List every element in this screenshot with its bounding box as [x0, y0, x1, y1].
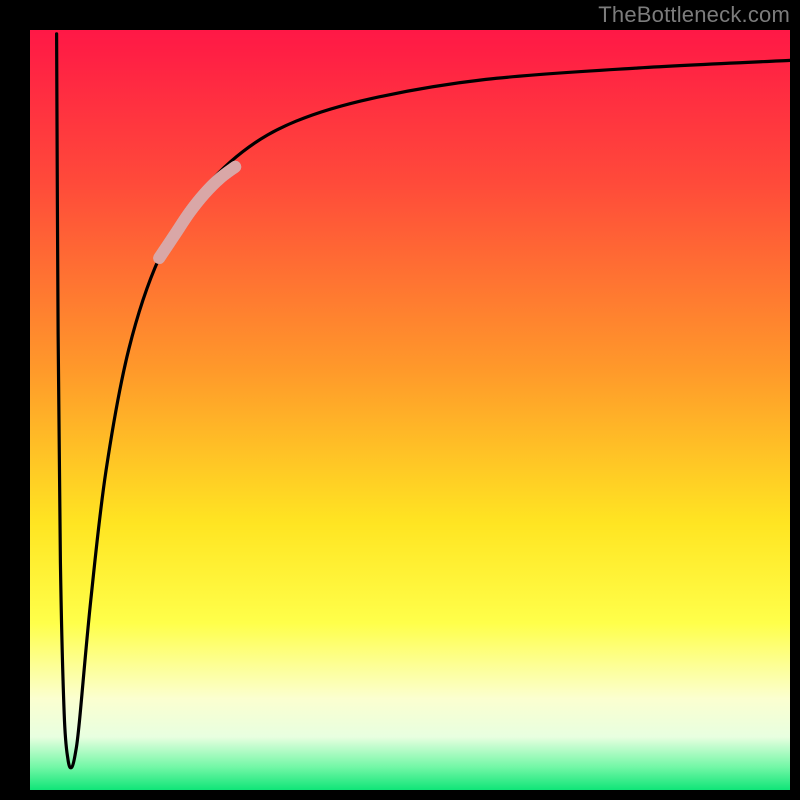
- watermark-text: TheBottleneck.com: [598, 2, 790, 28]
- chart-frame: TheBottleneck.com: [0, 0, 800, 800]
- plot-background-gradient: [30, 30, 790, 790]
- bottleneck-chart: [0, 0, 800, 800]
